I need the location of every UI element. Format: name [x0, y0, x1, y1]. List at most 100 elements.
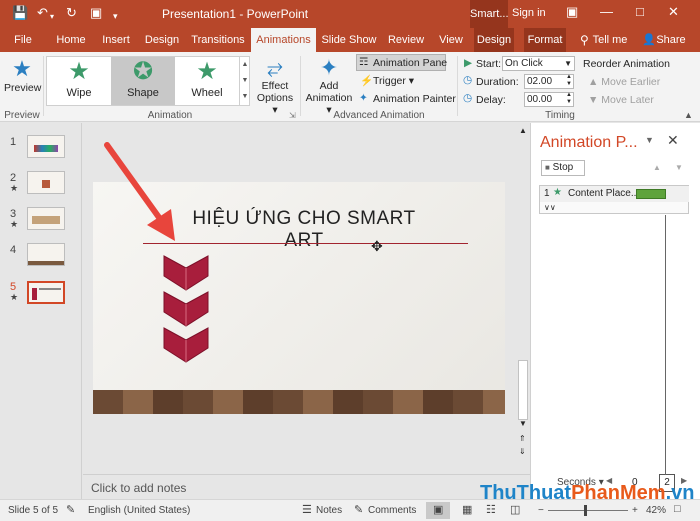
move-down-icon[interactable]: ▼	[675, 163, 683, 172]
dialog-launcher-icon[interactable]: ⇲	[289, 111, 296, 120]
effect-wipe[interactable]: ★ Wipe	[47, 57, 111, 105]
duration-field[interactable]: 02.00 ▲ ▼	[524, 74, 574, 89]
thumbnail-number: 4	[10, 244, 17, 256]
effect-options-button[interactable]: ⥂ Effect Options ▾	[254, 56, 296, 116]
comments-toggle-button[interactable]: Comments	[368, 505, 416, 516]
notes-pane[interactable]: Click to add notes	[83, 474, 530, 499]
animation-group-label: Animation	[147, 110, 193, 121]
animation-painter-button[interactable]: Animation Painter	[373, 93, 456, 105]
effect-wheel[interactable]: ★ Wheel	[175, 57, 239, 105]
normal-view-button[interactable]: ▣	[426, 502, 450, 519]
slide-editing-area: HIỆU ỨNG CHO SMART ART ✥	[83, 123, 516, 473]
spelling-icon[interactable]: ✎	[66, 503, 75, 516]
previous-slide-icon[interactable]: ⇑	[519, 434, 526, 443]
slide-title[interactable]: HIỆU ỨNG CHO SMART ART	[173, 208, 435, 252]
start-value: On Click	[505, 58, 543, 69]
gallery-scrollbar[interactable]: ▲ ▼ ▼	[239, 57, 250, 105]
share-button[interactable]: Share	[654, 28, 688, 52]
trigger-button[interactable]: Trigger ▾	[373, 75, 414, 87]
tab-view[interactable]: View	[434, 28, 468, 52]
zoom-level[interactable]: 42%	[646, 505, 666, 516]
slide-thumbnail-5[interactable]	[27, 281, 65, 304]
tab-smartart-design[interactable]: Design	[474, 28, 514, 52]
tab-review[interactable]: Review	[384, 28, 428, 52]
effect-shape[interactable]: ✪ Shape	[111, 57, 175, 105]
duration-spin-icon[interactable]: ▲ ▼	[566, 74, 572, 88]
chevron-down-icon: ▼	[564, 59, 572, 68]
watermark-logo: ThuThuatPhanMem.vn	[480, 482, 694, 505]
start-select[interactable]: On Click ▼	[502, 56, 575, 71]
slide-thumbnail-2[interactable]	[27, 171, 65, 194]
scroll-up-icon[interactable]: ▲	[519, 126, 527, 135]
smartart-chevron-3[interactable]	[163, 327, 209, 363]
wipe-star-icon: ★	[68, 58, 90, 85]
language-indicator[interactable]: English (United States)	[88, 505, 190, 516]
ribbon-display-icon[interactable]: ▣	[566, 4, 578, 20]
close-icon[interactable]: ✕	[668, 4, 679, 20]
sign-in-link[interactable]: Sign in	[512, 7, 546, 19]
effect-options-icon: ⥂	[267, 57, 283, 79]
scroll-thumb[interactable]	[518, 360, 528, 420]
zoom-out-icon[interactable]: −	[538, 505, 544, 516]
effect-wheel-label: Wheel	[191, 87, 223, 99]
expand-icon[interactable]: ∨∨	[544, 203, 556, 212]
animation-pane-title: Animation P...	[540, 134, 638, 151]
thumbnail-animation-icon: ★	[10, 219, 19, 229]
animation-painter-icon: ✦	[359, 92, 368, 104]
start-label: Start:	[476, 58, 502, 70]
slide-thumbnail-1[interactable]	[27, 135, 65, 158]
reorder-animation-label: Reorder Animation	[583, 58, 670, 70]
gallery-more-icon[interactable]: ▼	[240, 89, 250, 105]
tab-transitions[interactable]: Transitions	[189, 28, 247, 52]
animation-pane-button[interactable]: ☶ Animation Pane	[356, 54, 447, 71]
list-item[interactable]: 1 ★ Content Place...	[540, 186, 689, 202]
scroll-down-icon[interactable]: ▼	[519, 419, 527, 428]
item-label: Content Place...	[568, 188, 640, 199]
zoom-in-icon[interactable]: +	[632, 505, 638, 516]
slide-sorter-icon[interactable]: ▦	[462, 503, 472, 516]
tab-home[interactable]: Home	[50, 28, 92, 52]
zoom-slider[interactable]	[548, 510, 628, 511]
slide-vertical-scrollbar[interactable]: ▲ ▼ ⇑ ⇓	[516, 123, 530, 473]
title-divider	[143, 243, 468, 244]
divider	[457, 56, 458, 116]
zoom-slider-thumb[interactable]	[584, 505, 587, 516]
window-title: Presentation1 - PowerPoint	[161, 7, 309, 21]
tell-me-box[interactable]: Tell me	[592, 28, 628, 52]
delay-spin-icon[interactable]: ▲ ▼	[566, 92, 572, 106]
duration-label: Duration:	[476, 76, 519, 88]
move-up-icon[interactable]: ▲	[653, 163, 661, 172]
preview-button[interactable]: ★ Preview	[4, 56, 41, 94]
tab-animations[interactable]: Animations	[251, 28, 316, 52]
scroll-up-icon[interactable]: ▲	[240, 57, 250, 73]
smartart-chevron-1[interactable]	[163, 255, 209, 291]
tab-slide-show[interactable]: Slide Show	[320, 28, 378, 52]
tab-insert[interactable]: Insert	[96, 28, 136, 52]
normal-view-icon: ▣	[433, 504, 444, 516]
move-earlier-button[interactable]: ▲ Move Earlier	[588, 76, 660, 88]
close-icon[interactable]: ✕	[667, 132, 679, 149]
tab-smartart-format[interactable]: Format	[524, 28, 566, 52]
collapse-ribbon-icon[interactable]: ▲	[684, 110, 693, 120]
move-later-button[interactable]: ▼ Move Later	[588, 94, 654, 106]
delay-value: 00.00	[527, 94, 553, 105]
add-animation-button[interactable]: ✦ Add Animation ▾	[304, 56, 354, 117]
pane-options-icon[interactable]: ▼	[645, 135, 654, 145]
slide-thumbnail-3[interactable]	[27, 207, 65, 230]
tab-design[interactable]: Design	[141, 28, 183, 52]
next-slide-icon[interactable]: ⇓	[519, 447, 526, 456]
minimize-icon[interactable]: —	[600, 4, 613, 19]
smartart-chevron-2[interactable]	[163, 291, 209, 327]
tab-file[interactable]: File	[6, 28, 40, 52]
advanced-animation-group-label: Advanced Animation	[333, 110, 425, 121]
slide-thumbnail-4[interactable]	[27, 243, 65, 266]
maximize-icon[interactable]: □	[636, 4, 644, 19]
item-index: 1	[544, 188, 550, 199]
timing-bar[interactable]	[636, 189, 666, 199]
animation-pane-icon: ☶	[359, 56, 369, 68]
delay-field[interactable]: 00.00 ▲ ▼	[524, 92, 574, 107]
stop-button[interactable]: ■ Stop	[541, 160, 585, 176]
notes-toggle-button[interactable]: Notes	[316, 505, 342, 516]
smartart-chevrons[interactable]	[159, 252, 213, 382]
scroll-down-icon[interactable]: ▼	[240, 73, 250, 89]
